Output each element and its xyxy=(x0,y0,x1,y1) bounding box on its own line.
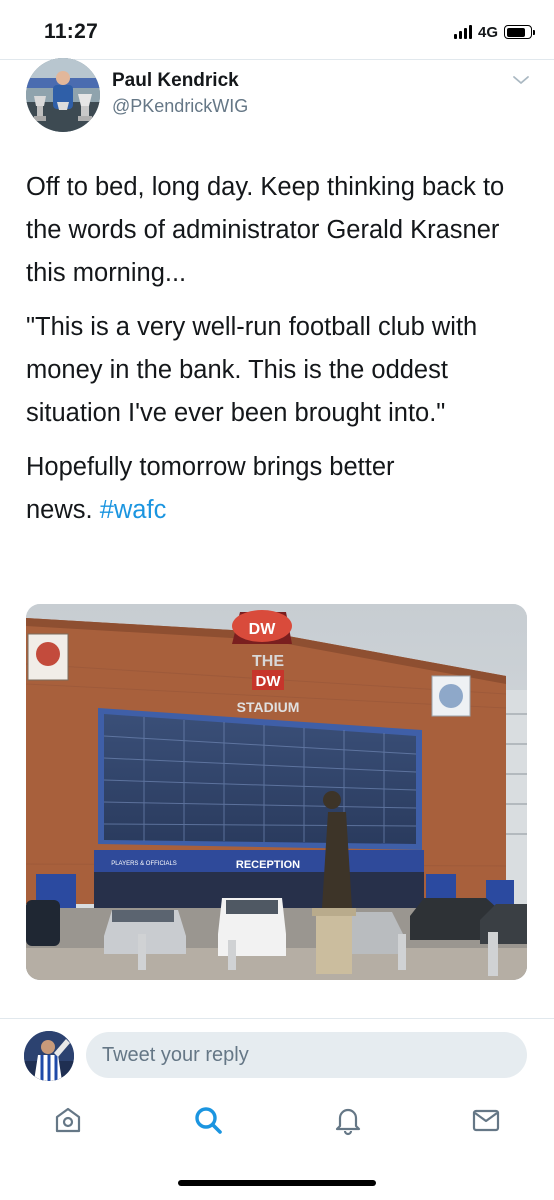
sign-dw: DW xyxy=(256,673,282,690)
tweet-photo[interactable]: DW THE DW STADIUM PLAYERS & OFFICIALS RE… xyxy=(26,604,527,980)
tab-notifications[interactable] xyxy=(328,1100,368,1140)
sign-reception: RECEPTION xyxy=(236,859,300,871)
network-type: 4G xyxy=(477,23,498,41)
battery-icon xyxy=(504,25,535,39)
search-icon xyxy=(195,1107,222,1134)
author-name[interactable]: Paul Kendrick xyxy=(112,70,239,92)
tweet-paragraph-text: Hopefully tomorrow brings better xyxy=(26,453,395,481)
status-indicators: 4G xyxy=(453,22,535,42)
reply-bar xyxy=(0,1018,554,1090)
author-avatar[interactable] xyxy=(26,58,100,132)
hashtag-link[interactable]: #wafc xyxy=(100,496,167,524)
bell-icon xyxy=(335,1108,361,1136)
home-icon xyxy=(55,1107,81,1133)
mail-icon xyxy=(472,1109,500,1132)
signal-icon xyxy=(453,25,472,39)
stadium-photo: DW THE DW STADIUM PLAYERS & OFFICIALS RE… xyxy=(26,604,527,980)
user-avatar[interactable] xyxy=(24,1031,74,1081)
status-bar: 11:27 4G xyxy=(0,0,554,60)
tab-messages[interactable] xyxy=(466,1100,506,1140)
tweet-paragraph: Off to bed, long day. Keep thinking back… xyxy=(26,173,505,287)
tweet-header: Paul Kendrick @PKendrickWIG xyxy=(26,58,536,132)
tab-home[interactable] xyxy=(48,1100,88,1140)
tweet-paragraph: Hopefully tomorrow brings better news. #w… xyxy=(26,446,526,532)
reply-input[interactable] xyxy=(86,1032,527,1078)
status-time: 11:27 xyxy=(44,20,99,43)
home-indicator xyxy=(178,1180,376,1186)
sign-stadium: STADIUM xyxy=(237,699,300,715)
sign-the: THE xyxy=(252,653,284,670)
tweet-paragraph-end: news. xyxy=(26,496,100,524)
sign-players: PLAYERS & OFFICIALS xyxy=(111,861,177,867)
tab-search[interactable] xyxy=(188,1100,228,1140)
roof-logo-text: DW xyxy=(249,621,277,638)
author-handle[interactable]: @PKendrickWIG xyxy=(112,96,248,117)
tweet-paragraph: "This is a very well-run football club w… xyxy=(26,313,478,427)
chevron-down-icon[interactable] xyxy=(512,74,530,86)
tab-bar xyxy=(0,1090,554,1200)
tweet-text: Off to bed, long day. Keep thinking back… xyxy=(26,166,526,543)
